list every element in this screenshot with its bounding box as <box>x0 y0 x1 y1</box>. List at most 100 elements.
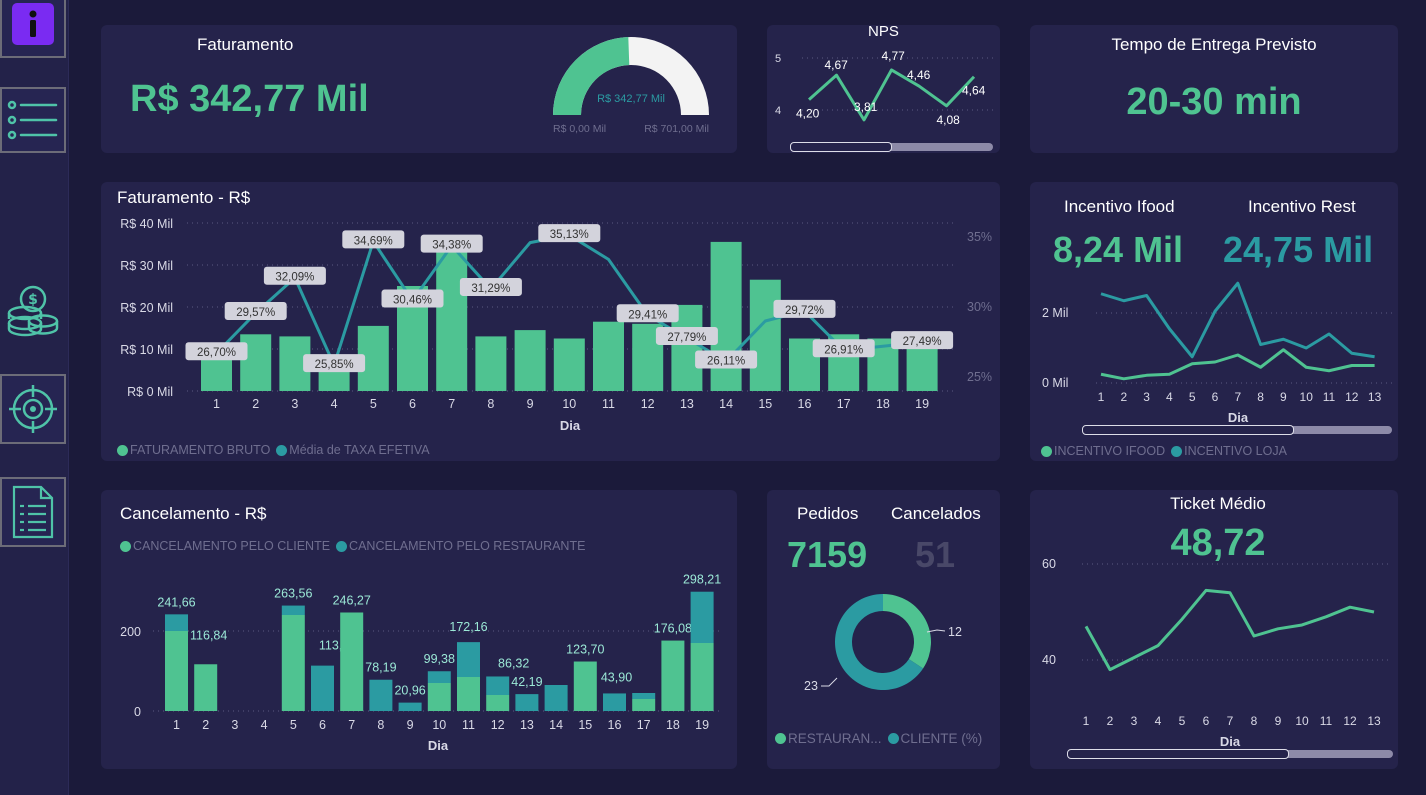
can-x-label: Dia <box>428 738 449 753</box>
nps-scroll-thumb[interactable] <box>790 142 892 152</box>
nps-scrollbar[interactable] <box>790 142 993 152</box>
can-x-tick: 19 <box>695 718 709 732</box>
inc-y-tick: 0 Mil <box>1042 376 1068 390</box>
donut-label: 12 <box>948 625 962 639</box>
can-bar-cliente <box>690 643 714 711</box>
list-button[interactable] <box>0 87 66 153</box>
faturamento-gauge: R$ 342,77 Mil R$ 0,00 Mil R$ 701,00 Mil <box>553 37 709 135</box>
can-bar-restaurante <box>457 642 480 677</box>
target-button[interactable] <box>0 374 66 444</box>
ticket-card: Ticket Médio 48,72 60 40 1 2 3 4 5 6 7 8 9 10 11 12 13… <box>1030 490 1398 769</box>
target-icon <box>9 385 57 433</box>
nps-card: NPS 5 4 4,20 4,67 3,81 4,77 4,46 4,08 4,64 <box>767 23 1000 153</box>
tic-x-tick: 13 <box>1367 714 1381 728</box>
can-total-label: 42,19 <box>511 675 542 689</box>
fat-data-label: 32,09% <box>275 272 314 284</box>
nps-y-tick: 5 <box>775 53 781 65</box>
can-x-tick: 5 <box>290 718 297 732</box>
incentivo-chart: 2 Mil0 Mil1 2 3 4 5 6 7 8 9 10 11 12 13Dia <box>1042 281 1392 425</box>
can-bar-cliente <box>165 631 188 711</box>
fat-y2-tick: 30% <box>967 300 992 314</box>
fat-y2-tick: 35% <box>967 230 992 244</box>
faturamento-title: Faturamento <box>197 35 294 54</box>
faturamento-chart-card: Faturamento - R$ R$ 40 Mil R$ 30 Mil R$ 20… <box>101 182 1000 461</box>
can-bar-restaurante <box>398 702 422 711</box>
fat-x-tick: 6 <box>409 397 416 411</box>
tic-x-tick: 9 <box>1275 714 1282 728</box>
can-x-tick: 12 <box>491 718 505 732</box>
can-x-tick: 10 <box>432 718 446 732</box>
fat-data-label: 26,70% <box>197 347 236 359</box>
info-button[interactable] <box>0 0 66 58</box>
can-y-tick: 200 <box>120 625 141 639</box>
tic-y-tick: 60 <box>1042 557 1056 571</box>
inc-x-tick: 9 <box>1280 390 1287 404</box>
fat-x-tick: 5 <box>370 397 377 411</box>
info-icon <box>12 3 54 45</box>
legend-dot-restaurante-pct <box>775 733 786 744</box>
document-button[interactable] <box>0 477 66 547</box>
legend-dot-cliente-pct <box>887 733 899 744</box>
inc-x-label: Dia <box>1228 410 1249 425</box>
gauge-max-label: R$ 701,00 Mil <box>644 123 709 135</box>
can-x-tick: 14 <box>549 718 563 732</box>
pedidos-legend: RESTAURAN... CLIENTE (%) <box>775 731 982 746</box>
fat-data-label: 34,38% <box>432 240 471 252</box>
can-total-label: 263,56 <box>274 587 312 601</box>
can-bar-cliente <box>281 615 305 711</box>
incentivo-scrollbar[interactable] <box>1082 425 1392 435</box>
nps-point-label: 3,81 <box>854 100 878 114</box>
legend-dot-loja <box>1171 445 1183 457</box>
fat-x-tick: 9 <box>527 397 534 411</box>
cancelamento-card: Cancelamento - R$ CANCELAMENTO PELO CLIE… <box>101 490 737 769</box>
can-bar-restaurante <box>486 676 510 695</box>
nps-chart: 5 4 4,20 4,67 3,81 4,774,46 4,08 4,64 <box>775 49 997 127</box>
fat-x-tick: 8 <box>487 397 494 411</box>
fat-x-tick: 3 <box>291 397 298 411</box>
faturamento-chart: R$ 40 Mil R$ 30 Mil R$ 20 Mil R$ 10 Mil R$ 0… <box>120 217 992 433</box>
tic-x-tick: 11 <box>1320 714 1333 728</box>
inc-x-tick: 4 <box>1166 390 1173 404</box>
incentivo-card: Incentivo Ifood Incentivo Rest 8,24 Mil … <box>1030 182 1398 461</box>
inc-y-tick: 2 Mil <box>1042 306 1068 320</box>
fat-data-label: 26,91% <box>824 344 863 356</box>
can-bar-restaurante <box>427 671 451 683</box>
legend-dot-faturamento <box>117 444 128 456</box>
fat-y-tick: R$ 40 Mil <box>120 217 173 231</box>
sidebar: $ <box>0 0 69 795</box>
fat-bar <box>749 279 781 391</box>
ticket-scroll-thumb[interactable] <box>1067 749 1289 759</box>
can-total-label: 43,90 <box>601 670 632 684</box>
fat-x-tick: 13 <box>680 397 694 411</box>
tic-x-tick: 6 <box>1203 714 1210 728</box>
can-total-label: 99,38 <box>424 652 455 666</box>
tempo-value: 20-30 min <box>1126 81 1302 123</box>
can-bar-cliente <box>573 661 597 711</box>
tic-line <box>1084 588 1375 672</box>
document-icon <box>12 485 54 539</box>
fat-bar <box>553 338 585 391</box>
can-bar-restaurante <box>369 679 393 711</box>
list-icon <box>7 100 58 140</box>
fat-x-tick: 16 <box>798 397 812 411</box>
incentivo-scroll-thumb[interactable] <box>1082 425 1294 435</box>
fat-x-tick: 4 <box>331 397 338 411</box>
fat-x-tick: 19 <box>915 397 929 411</box>
inc-x-tick: 7 <box>1234 390 1241 404</box>
can-total-label: 241,66 <box>157 595 195 609</box>
ticket-scrollbar[interactable] <box>1067 749 1393 759</box>
tic-y-tick: 40 <box>1042 653 1056 667</box>
can-x-tick: 4 <box>261 718 268 732</box>
coins-icon[interactable]: $ <box>5 283 61 342</box>
inc-x-tick: 2 <box>1120 390 1127 404</box>
inc-x-tick: 10 <box>1300 390 1314 404</box>
fat-y-tick: R$ 20 Mil <box>120 301 173 315</box>
fat-x-tick: 7 <box>448 397 455 411</box>
can-bar-cliente <box>632 699 656 711</box>
legend-dot-ifood <box>1041 445 1052 457</box>
donut-slice <box>883 594 931 669</box>
legend-dot-taxa <box>276 444 288 456</box>
inc-loja-line <box>1100 281 1375 359</box>
can-bar-restaurante <box>281 605 305 615</box>
tic-x-label: Dia <box>1220 734 1241 749</box>
